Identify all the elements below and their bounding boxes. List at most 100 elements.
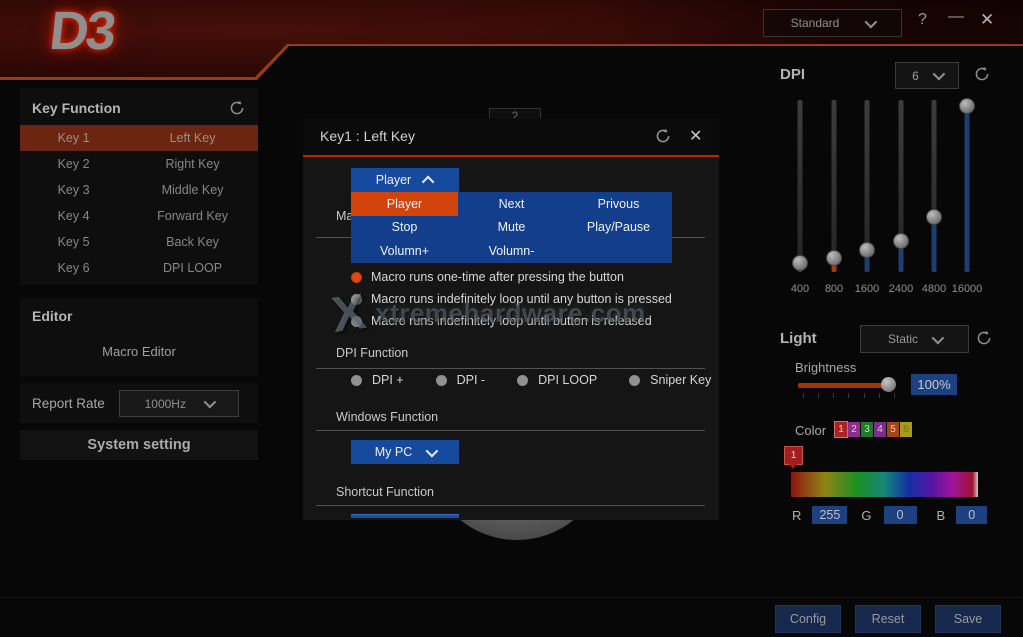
key-name: Key 2	[20, 157, 127, 171]
menu-item-next[interactable]: Next	[458, 192, 565, 216]
brightness-ticks	[803, 393, 895, 398]
report-rate-select[interactable]: 1000Hz	[119, 390, 239, 417]
macro-option-one-time[interactable]: Macro runs one-time after pressing the b…	[351, 270, 624, 284]
key-func: Left Key	[127, 131, 258, 145]
radio-icon[interactable]	[351, 316, 362, 327]
brightness-label: Brightness	[795, 360, 856, 375]
profile-selector[interactable]: Standard	[763, 9, 902, 37]
color-swatch-2[interactable]: 2	[848, 422, 860, 437]
menu-item-privous[interactable]: Privous	[565, 192, 672, 216]
radio-label: Macro runs indefinitely loop until any b…	[371, 292, 672, 306]
slider-track[interactable]	[832, 100, 837, 272]
windows-function-value: My PC	[375, 445, 413, 459]
color-label: Color	[795, 423, 826, 438]
sidebar-item-key2[interactable]: Key 2 Right Key	[20, 151, 258, 177]
key-name: Key 6	[20, 261, 127, 275]
slider-track[interactable]	[798, 100, 803, 272]
color-swatch-3[interactable]: 3	[861, 422, 873, 437]
config-button[interactable]: Config	[775, 605, 841, 633]
macro-option-loop-any-button[interactable]: Macro runs indefinitely loop until any b…	[351, 292, 672, 306]
slider-knob[interactable]	[826, 250, 842, 266]
windows-function-dropdown[interactable]: My PC	[351, 440, 459, 464]
editor-title: Editor	[20, 298, 258, 324]
hue-gradient-bar[interactable]	[791, 472, 978, 497]
menu-item-stop[interactable]: Stop	[351, 216, 458, 240]
shortcut-dropdown-clipped[interactable]	[351, 514, 459, 518]
radio-icon[interactable]	[517, 375, 528, 386]
save-button[interactable]: Save	[935, 605, 1001, 633]
radio-label: Sniper Key	[650, 373, 711, 387]
radio-label: Macro runs one-time after pressing the b…	[371, 270, 624, 284]
radio-icon[interactable]	[436, 375, 447, 386]
divider	[316, 430, 705, 431]
help-button[interactable]: ?	[918, 11, 927, 29]
radio-selected-icon[interactable]	[351, 272, 362, 283]
slider-label: 16000	[945, 283, 989, 295]
radio-icon[interactable]	[351, 294, 362, 305]
slider-knob[interactable]	[926, 209, 942, 225]
dialog-title: Key1 : Left Key	[320, 128, 415, 144]
menu-item-playpause[interactable]: Play/Pause	[565, 216, 672, 240]
light-mode-select[interactable]: Static	[860, 325, 969, 353]
windows-section-label: Windows Function	[336, 410, 438, 424]
macro-editor-link[interactable]: Macro Editor	[20, 324, 258, 359]
sidebar-item-key6[interactable]: Key 6 DPI LOOP	[20, 255, 258, 281]
color-swatch-1[interactable]: 1	[835, 422, 847, 437]
refresh-icon[interactable]	[975, 329, 993, 347]
light-panel: Light Static Brightness 100% Color 1 2 3…	[765, 320, 1017, 540]
slider-knob[interactable]	[959, 98, 975, 114]
slider-fill	[965, 105, 970, 272]
hue-marker-pin[interactable]: 1	[784, 446, 803, 465]
menu-item-volumn-plus[interactable]: Volumn+	[351, 239, 458, 263]
refresh-icon[interactable]	[228, 99, 246, 117]
chevron-down-icon	[932, 331, 945, 344]
key-config-dialog: Key1 : Left Key ✕ Macro Function Player …	[303, 118, 719, 520]
dpi-panel: DPI 6 400 800 1600	[765, 58, 1017, 310]
key-name: Key 1	[20, 131, 127, 145]
g-label: G	[861, 508, 871, 523]
minimize-button[interactable]: —	[948, 8, 964, 26]
radio-label: DPI LOOP	[538, 373, 597, 387]
color-swatch-4[interactable]: 4	[874, 422, 886, 437]
slider-knob[interactable]	[893, 233, 909, 249]
refresh-icon[interactable]	[654, 127, 672, 145]
radio-label: DPI -	[457, 373, 485, 387]
report-rate-value: 1000Hz	[145, 397, 186, 411]
dialog-close-button[interactable]: ✕	[689, 126, 702, 146]
sidebar-item-key4[interactable]: Key 4 Forward Key	[20, 203, 258, 229]
dialog-accent-line	[303, 155, 719, 157]
menu-item-volumn-minus[interactable]: Volumn-	[458, 239, 565, 263]
key-name: Key 4	[20, 209, 127, 223]
brightness-slider-knob[interactable]	[881, 377, 896, 392]
reset-button[interactable]: Reset	[855, 605, 921, 633]
radio-icon[interactable]	[351, 375, 362, 386]
radio-icon[interactable]	[629, 375, 640, 386]
dpi-function-options: DPI + DPI - DPI LOOP Sniper Key	[351, 373, 711, 387]
footer-divider	[0, 597, 1023, 598]
chevron-down-icon	[865, 15, 878, 28]
color-swatch-6[interactable]: 6	[900, 422, 912, 437]
close-button[interactable]: ✕	[980, 10, 994, 30]
g-value: 0	[884, 506, 917, 524]
sidebar-item-key1[interactable]: Key 1 Left Key	[20, 125, 258, 151]
sidebar-item-key5[interactable]: Key 5 Back Key	[20, 229, 258, 255]
menu-item-player[interactable]: Player	[351, 192, 458, 216]
key-function-title: Key Function	[32, 100, 121, 116]
chevron-down-icon	[426, 444, 439, 457]
r-label: R	[792, 508, 801, 523]
light-mode-value: Static	[888, 332, 918, 346]
sidebar-item-key3[interactable]: Key 3 Middle Key	[20, 177, 258, 203]
macro-option-loop-released[interactable]: Macro runs indefinitely loop until butto…	[351, 314, 652, 328]
slider-knob[interactable]	[792, 255, 808, 271]
key-func: Forward Key	[127, 209, 258, 223]
key-func: Back Key	[127, 235, 258, 249]
app-logo: D3	[47, 0, 117, 62]
menu-item-mute[interactable]: Mute	[458, 216, 565, 240]
key-func: Middle Key	[127, 183, 258, 197]
divider	[316, 505, 705, 506]
color-swatches: 1 2 3 4 5 6	[835, 422, 912, 437]
media-dropdown-button[interactable]: Player	[351, 168, 459, 192]
system-setting-button[interactable]: System setting	[20, 430, 258, 460]
slider-knob[interactable]	[859, 242, 875, 258]
color-swatch-5[interactable]: 5	[887, 422, 899, 437]
